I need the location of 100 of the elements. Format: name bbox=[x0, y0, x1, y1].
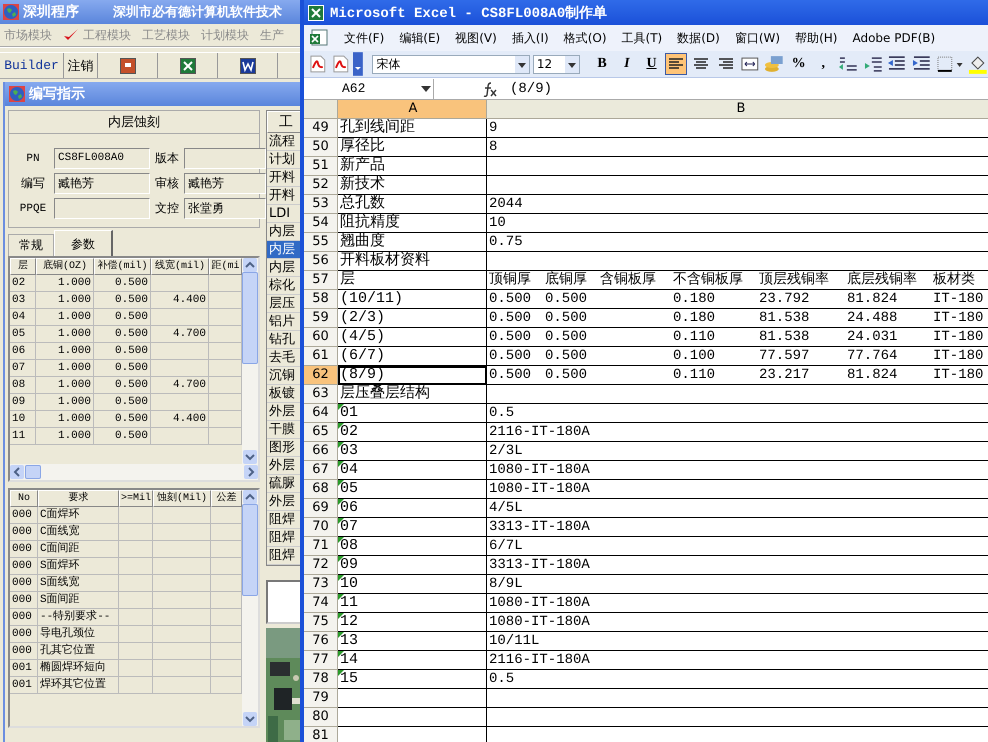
table-cell[interactable]: 孔到线间距 bbox=[338, 119, 487, 138]
name-box[interactable]: A62 bbox=[304, 78, 434, 98]
table-cell[interactable]: 10 bbox=[487, 214, 988, 233]
table-cell[interactable]: 11 bbox=[338, 594, 487, 613]
row-header[interactable]: 58 bbox=[304, 290, 338, 309]
menu-item[interactable]: 视图(V) bbox=[454, 28, 498, 48]
table-cell[interactable]: 0.5 bbox=[487, 404, 988, 423]
row-header[interactable]: 54 bbox=[304, 214, 338, 233]
text-field[interactable]: 张堂勇 bbox=[184, 198, 266, 219]
menu-item[interactable]: 编辑(E) bbox=[398, 28, 442, 48]
table-cell[interactable]: (4/5) bbox=[338, 328, 487, 347]
table-cell[interactable]: 23.217 bbox=[759, 366, 847, 384]
table-cell[interactable]: IT-180 bbox=[933, 309, 988, 327]
row-header[interactable]: 80 bbox=[304, 708, 338, 727]
table-cell[interactable]: 4/5L bbox=[487, 499, 988, 518]
row-header[interactable]: 59 bbox=[304, 309, 338, 328]
row-header[interactable]: 74 bbox=[304, 594, 338, 613]
text-field[interactable]: CS8FL008A0 bbox=[54, 148, 150, 169]
table-cell[interactable]: 层压叠层结构 bbox=[338, 385, 487, 404]
table-cell[interactable]: 阻抗精度 bbox=[338, 214, 487, 233]
font-size-select[interactable]: 12 bbox=[532, 54, 580, 74]
table-cell[interactable]: 2044 bbox=[487, 195, 988, 214]
table-cell[interactable]: 05 bbox=[338, 480, 487, 499]
table-cell[interactable]: 底铜厚 bbox=[545, 271, 600, 289]
table-cell[interactable]: 0.500 bbox=[489, 347, 545, 365]
menu-item[interactable]: 帮助(H) bbox=[794, 28, 838, 48]
tab[interactable]: 常规 bbox=[8, 234, 54, 256]
table-cell[interactable]: 1080-IT-180A bbox=[487, 461, 988, 480]
table-cell[interactable]: 3313-IT-180A bbox=[487, 518, 988, 537]
text-field[interactable]: 臧艳芳 bbox=[184, 173, 266, 194]
table-cell[interactable]: (6/7) bbox=[338, 347, 487, 366]
table-cell[interactable]: 24.488 bbox=[847, 309, 933, 327]
row-header[interactable]: 56 bbox=[304, 252, 338, 271]
row-header[interactable]: 76 bbox=[304, 632, 338, 651]
text-field[interactable]: 臧艳芳 bbox=[54, 173, 150, 194]
row-header[interactable]: 63 bbox=[304, 385, 338, 404]
table-cell[interactable]: (8/9) bbox=[338, 366, 487, 385]
table-cell[interactable]: (2/3) bbox=[338, 309, 487, 328]
row-header[interactable]: 55 bbox=[304, 233, 338, 252]
row-header[interactable]: 57 bbox=[304, 271, 338, 290]
table-cell[interactable]: 底层残铜率 bbox=[847, 271, 933, 289]
table-cell[interactable]: 0.500 bbox=[489, 328, 545, 346]
format-button[interactable]: I bbox=[616, 53, 638, 75]
table-cell[interactable]: 01 bbox=[338, 404, 487, 423]
table-cell[interactable]: 10 bbox=[338, 575, 487, 594]
table-cell[interactable]: 77.764 bbox=[847, 347, 933, 365]
table-cell[interactable]: 09 bbox=[338, 556, 487, 575]
table-cell[interactable]: 81.824 bbox=[847, 290, 933, 308]
table-cell[interactable]: IT-180 bbox=[933, 366, 988, 384]
row-header[interactable]: 64 bbox=[304, 404, 338, 423]
table-cell[interactable]: 0.5 bbox=[487, 670, 988, 689]
table-cell[interactable]: 8/9L bbox=[487, 575, 988, 594]
row-header[interactable]: 50 bbox=[304, 138, 338, 157]
table-cell[interactable]: 总孔数 bbox=[338, 195, 487, 214]
column-header[interactable]: 距(mi bbox=[209, 258, 242, 275]
row-header[interactable]: 69 bbox=[304, 499, 338, 518]
table-cell[interactable]: 顶层残铜率 bbox=[759, 271, 847, 289]
table-cell[interactable]: 04 bbox=[338, 461, 487, 480]
table-cell[interactable]: 0.180 bbox=[673, 309, 759, 327]
row-header[interactable]: 70 bbox=[304, 518, 338, 537]
format-button[interactable]: U bbox=[640, 53, 662, 75]
table-cell[interactable]: 24.031 bbox=[847, 328, 933, 346]
table-cell[interactable]: 0.180 bbox=[673, 290, 759, 308]
table-cell[interactable]: 81.538 bbox=[759, 309, 847, 327]
table-cell[interactable]: 02 bbox=[338, 423, 487, 442]
table-cell[interactable]: 0.500 bbox=[489, 309, 545, 327]
row-header[interactable]: 81 bbox=[304, 727, 338, 742]
table-cell[interactable]: IT-180 bbox=[933, 347, 988, 365]
menu-item[interactable]: 文件(F) bbox=[343, 28, 386, 48]
table-cell[interactable]: 13 bbox=[338, 632, 487, 651]
table-cell[interactable]: 1080-IT-180A bbox=[487, 480, 988, 499]
column-header[interactable]: 底铜(OZ) bbox=[36, 258, 94, 275]
step-item[interactable]: 内层 bbox=[267, 241, 300, 259]
table-cell[interactable]: 12 bbox=[338, 613, 487, 632]
menu-item[interactable]: Adobe PDF(B) bbox=[851, 29, 936, 47]
table-cell[interactable]: 2116-IT-180A bbox=[487, 651, 988, 670]
row-header[interactable]: 77 bbox=[304, 651, 338, 670]
font-select[interactable]: 宋体 bbox=[372, 54, 530, 74]
row-header[interactable]: 60 bbox=[304, 328, 338, 347]
table-cell[interactable]: 3313-IT-180A bbox=[487, 556, 988, 575]
table-cell[interactable]: 2116-IT-180A bbox=[487, 423, 988, 442]
menu-item[interactable]: 插入(I) bbox=[510, 28, 550, 48]
column-header[interactable]: B bbox=[487, 100, 988, 119]
table-cell[interactable]: 81.824 bbox=[847, 366, 933, 384]
table-cell[interactable]: 0.110 bbox=[673, 328, 759, 346]
table-cell[interactable]: 0.500 bbox=[545, 347, 600, 365]
row-header[interactable]: 67 bbox=[304, 461, 338, 480]
table-cell[interactable]: 10/11L bbox=[487, 632, 988, 651]
table-cell[interactable]: 新产品 bbox=[338, 157, 487, 176]
column-header[interactable]: 层 bbox=[10, 258, 36, 275]
row-header[interactable]: 52 bbox=[304, 176, 338, 195]
table-cell[interactable]: 2/3L bbox=[487, 442, 988, 461]
table-cell[interactable]: 板材类 bbox=[933, 271, 988, 289]
table-cell[interactable]: 1080-IT-180A bbox=[487, 613, 988, 632]
format-button[interactable]: B bbox=[591, 53, 613, 75]
table-cell[interactable]: 0.100 bbox=[673, 347, 759, 365]
row-header[interactable]: 72 bbox=[304, 556, 338, 575]
table-cell[interactable]: 9 bbox=[487, 119, 988, 138]
row-header[interactable]: 68 bbox=[304, 480, 338, 499]
row-header[interactable]: 75 bbox=[304, 613, 338, 632]
